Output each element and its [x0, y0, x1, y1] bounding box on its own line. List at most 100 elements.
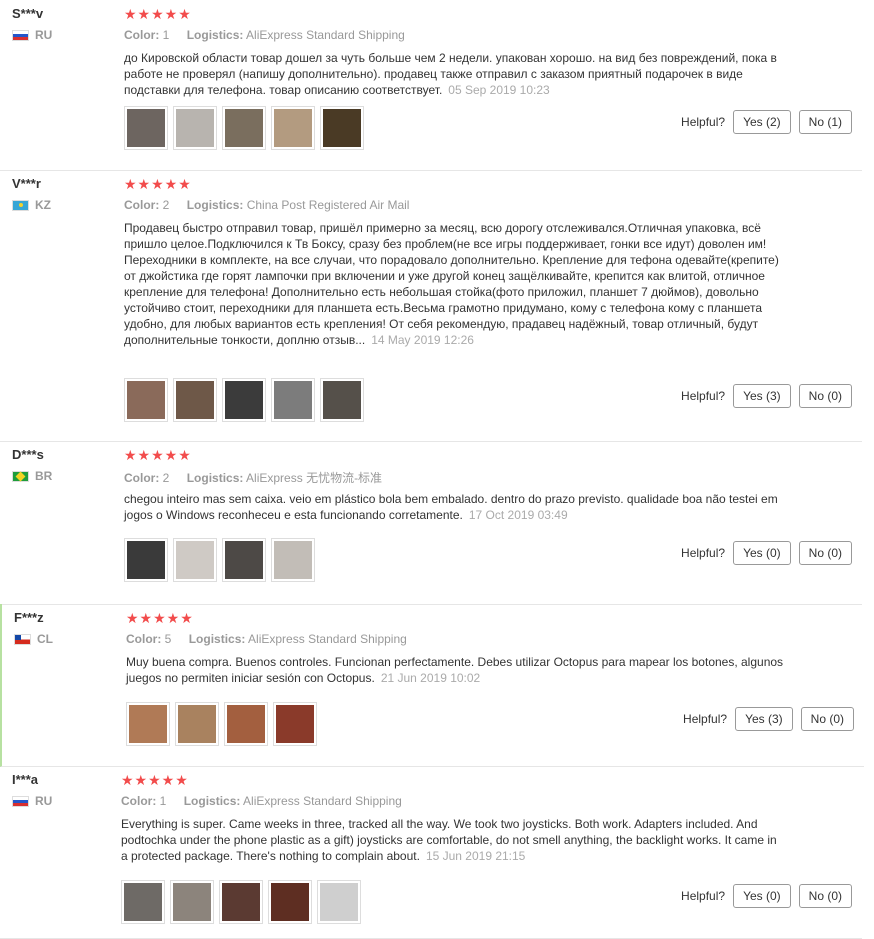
star-rating: ★★★★★ — [121, 772, 189, 788]
review-photo-thumbnail[interactable] — [121, 880, 165, 924]
reviewer-country: CL — [14, 632, 53, 646]
helpful-label: Helpful? — [681, 115, 726, 129]
review-photo-thumbnail[interactable] — [219, 880, 263, 924]
helpful-votes: Helpful? Yes (0) No (0) — [681, 541, 852, 565]
reviewer-name: V***r — [12, 176, 41, 191]
helpful-no-button[interactable]: No (0) — [798, 384, 852, 408]
review-photo-thumbnail[interactable] — [224, 702, 268, 746]
logistics-label: Logistics: — [183, 794, 241, 808]
color-label: Color: — [124, 471, 160, 485]
review-text: до Кировской области товар дошел за чуть… — [124, 50, 784, 98]
reviewer-country: RU — [12, 28, 52, 42]
reviewer-name: D***s — [12, 447, 44, 462]
photo-image — [176, 381, 214, 419]
country-code: CL — [37, 632, 53, 646]
review-meta: Color: 1 Logistics: AliExpress Standard … — [124, 28, 405, 42]
helpful-no-button[interactable]: No (1) — [798, 110, 852, 134]
photo-image — [124, 883, 162, 921]
country-flag-icon — [12, 795, 29, 807]
review-meta: Color: 2 Logistics: AliExpress 无忧物流-标准 — [124, 469, 382, 486]
helpful-yes-button[interactable]: Yes (0) — [733, 884, 791, 908]
review-photo-thumbnail[interactable] — [271, 538, 315, 582]
review-photos — [126, 702, 317, 746]
country-code: BR — [35, 469, 53, 483]
photo-image — [274, 381, 312, 419]
reviewer-country: RU — [12, 794, 52, 808]
helpful-no-button[interactable]: No (0) — [800, 707, 854, 731]
review-photo-thumbnail[interactable] — [170, 880, 214, 924]
photo-image — [225, 541, 263, 579]
helpful-yes-button[interactable]: Yes (2) — [733, 110, 791, 134]
review-item: F***z CL ★★★★★ Color: 5 Logistics: AliEx… — [0, 604, 864, 767]
country-flag-icon — [12, 470, 29, 482]
review-photo-thumbnail[interactable] — [320, 378, 364, 422]
photo-image — [129, 705, 167, 743]
photo-image — [176, 541, 214, 579]
photo-image — [271, 883, 309, 921]
review-photo-thumbnail[interactable] — [175, 702, 219, 746]
logistics-value: AliExpress Standard Shipping — [248, 632, 407, 646]
review-photo-thumbnail[interactable] — [124, 106, 168, 150]
review-photo-thumbnail[interactable] — [317, 880, 361, 924]
review-photo-thumbnail[interactable] — [271, 378, 315, 422]
review-photo-thumbnail[interactable] — [268, 880, 312, 924]
review-meta: Color: 2 Logistics: China Post Registere… — [124, 198, 409, 212]
country-code: KZ — [35, 198, 51, 212]
review-item: I***a RU ★★★★★ Color: 1 Logistics: AliEx… — [0, 766, 862, 939]
review-item: D***s BR ★★★★★ Color: 2 Logistics: AliEx… — [0, 441, 862, 605]
review-date: 17 Oct 2019 03:49 — [468, 508, 568, 522]
helpful-yes-button[interactable]: Yes (0) — [733, 541, 791, 565]
photo-image — [225, 381, 263, 419]
photo-image — [225, 109, 263, 147]
review-photo-thumbnail[interactable] — [124, 538, 168, 582]
helpful-yes-button[interactable]: Yes (3) — [735, 707, 793, 731]
color-label: Color: — [124, 28, 160, 42]
review-photo-thumbnail[interactable] — [173, 106, 217, 150]
review-body: Продавец быстро отправил товар, пришёл п… — [124, 221, 779, 347]
star-rating: ★★★★★ — [124, 447, 192, 463]
review-photo-thumbnail[interactable] — [173, 538, 217, 582]
color-value: 5 — [164, 632, 172, 646]
country-flag-icon — [12, 29, 29, 41]
review-photo-thumbnail[interactable] — [273, 702, 317, 746]
helpful-no-button[interactable]: No (0) — [798, 884, 852, 908]
review-body: chegou inteiro mas sem caixa. veio em pl… — [124, 492, 778, 522]
review-photo-thumbnail[interactable] — [222, 538, 266, 582]
review-photo-thumbnail[interactable] — [173, 378, 217, 422]
helpful-label: Helpful? — [681, 546, 726, 560]
review-photos — [124, 106, 364, 150]
review-photo-thumbnail[interactable] — [320, 106, 364, 150]
review-text: Muy buena compra. Buenos controles. Func… — [126, 654, 786, 688]
photo-image — [173, 883, 211, 921]
review-meta: Color: 5 Logistics: AliExpress Standard … — [126, 632, 407, 646]
country-code: RU — [35, 794, 53, 808]
photo-image — [227, 705, 265, 743]
review-photo-thumbnail[interactable] — [126, 702, 170, 746]
review-photo-thumbnail[interactable] — [271, 106, 315, 150]
logistics-label: Logistics: — [186, 198, 244, 212]
star-rating: ★★★★★ — [124, 176, 192, 192]
helpful-votes: Helpful? Yes (2) No (1) — [681, 110, 852, 134]
star-rating: ★★★★★ — [126, 610, 194, 626]
country-flag-icon — [14, 633, 31, 645]
color-value: 1 — [162, 28, 170, 42]
review-photo-thumbnail[interactable] — [222, 106, 266, 150]
logistics-label: Logistics: — [186, 471, 244, 485]
review-photo-thumbnail[interactable] — [124, 378, 168, 422]
reviewer-country: KZ — [12, 198, 51, 212]
logistics-value: China Post Registered Air Mail — [246, 198, 410, 212]
reviewer-name: I***a — [12, 772, 39, 787]
photo-image — [127, 109, 165, 147]
helpful-votes: Helpful? Yes (3) No (0) — [681, 384, 852, 408]
review-date: 14 May 2019 12:26 — [371, 333, 474, 347]
reviewer-name: F***z — [14, 610, 44, 625]
review-photos — [124, 538, 315, 582]
photo-image — [323, 381, 361, 419]
review-photo-thumbnail[interactable] — [222, 378, 266, 422]
helpful-no-button[interactable]: No (0) — [798, 541, 852, 565]
color-label: Color: — [121, 794, 157, 808]
photo-image — [274, 109, 312, 147]
helpful-yes-button[interactable]: Yes (3) — [733, 384, 791, 408]
review-date: 15 Jun 2019 21:15 — [425, 849, 526, 863]
color-value: 2 — [162, 471, 170, 485]
